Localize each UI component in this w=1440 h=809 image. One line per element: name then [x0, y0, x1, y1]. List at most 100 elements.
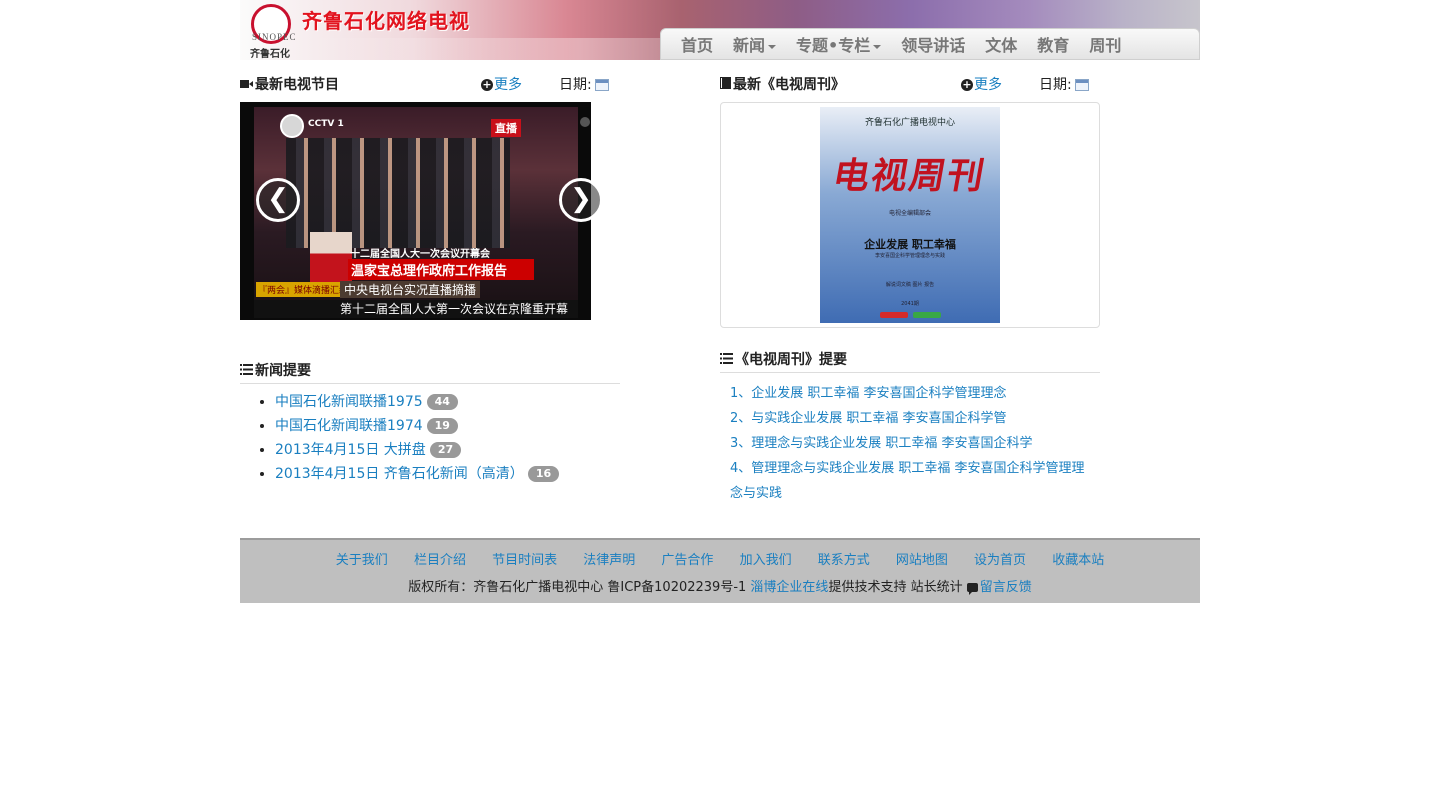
channel-label: CCTV 1: [308, 119, 344, 129]
weekly-date-picker[interactable]: 日期:: [1039, 74, 1089, 94]
footer-link-legal[interactable]: 法律声明: [583, 553, 635, 568]
live-badge: 直播: [491, 119, 521, 137]
video-subtitle-mid: 中央电视台实况直播摘播: [340, 281, 481, 298]
video-subtitle-top: 十二届全国人大一次会议开幕会: [350, 249, 490, 260]
plus-circle-icon: +: [961, 78, 973, 91]
weekly-more-link[interactable]: + 更多: [961, 74, 1002, 94]
nav-label: 首页: [681, 36, 714, 55]
nav-item-home[interactable]: 首页: [681, 32, 713, 56]
weekly-link[interactable]: 1、企业发展 职工幸福 李安喜国企科学管理理念: [730, 386, 1007, 401]
count-badge: 16: [527, 466, 560, 482]
list-item: 中国石化新闻联播197419: [275, 414, 559, 438]
list-item: 中国石化新闻联播197544: [275, 390, 559, 414]
list-item: 2013年4月15日 齐鲁石化新闻（高清）16: [275, 462, 560, 486]
book-icon: [720, 77, 731, 93]
feedback-link[interactable]: 留言反馈: [980, 580, 1032, 595]
news-link[interactable]: 2013年4月15日 齐鲁石化新闻（高清）: [275, 466, 524, 482]
cover-red-mark: [880, 312, 908, 318]
nav-label: 文体: [985, 36, 1018, 55]
weekly-divider: [720, 372, 1100, 373]
footer-link-ads[interactable]: 广告合作: [661, 553, 713, 568]
nav-item-culture-sports[interactable]: 文体: [985, 32, 1017, 56]
tv-section-title-text: 最新电视节目: [255, 77, 339, 93]
date-label: 日期:: [559, 77, 592, 93]
count-badge: 44: [426, 394, 458, 410]
carousel-prev-button[interactable]: ❮: [256, 178, 300, 222]
footer-link-about[interactable]: 关于我们: [336, 553, 388, 568]
more-label: 更多: [974, 77, 1002, 93]
site-title: 齐鲁石化网络电视: [302, 9, 470, 33]
news-link[interactable]: 中国石化新闻联播1974: [275, 418, 423, 434]
cover-theme-sub: 李安喜国企科学管理理念与实践: [874, 253, 945, 259]
footer-link-schedule[interactable]: 节目时间表: [492, 553, 557, 568]
nav-item-education[interactable]: 教育: [1037, 32, 1069, 56]
video-camera-icon: [240, 77, 253, 93]
caret-down-icon: [873, 44, 882, 49]
tech-support-link[interactable]: 淄博企业在线: [750, 580, 828, 595]
date-label: 日期:: [1039, 77, 1072, 93]
weekly-summary-title: 《电视周刊》提要: [720, 349, 847, 369]
list-item: 4、管理理念与实践企业发展 职工幸福 李安喜国企科学管理理念与实践: [730, 456, 1094, 506]
tv-date-picker[interactable]: 日期:: [559, 74, 609, 94]
weekly-summary-title-text: 《电视周刊》提要: [735, 352, 847, 368]
nav-label: 领导讲话: [901, 36, 966, 55]
footer-link-bookmark[interactable]: 收藏本站: [1052, 553, 1104, 568]
nav-item-topics[interactable]: 专题•专栏: [796, 32, 882, 56]
anchor-inset: [310, 232, 352, 288]
nav-label: 专题•专栏: [796, 36, 871, 55]
logo-text-en: SINOPEC: [252, 32, 297, 42]
list-icon: [240, 363, 253, 379]
calendar-icon[interactable]: [594, 79, 609, 91]
weekly-link[interactable]: 2、与实践企业发展 职工幸福 李安喜国企科学管: [730, 411, 1007, 426]
count-badge: 19: [426, 418, 458, 434]
nav-item-weekly[interactable]: 周刊: [1089, 32, 1121, 56]
weekly-link[interactable]: 3、理理念与实践企业发展 职工幸福 李安喜国企科学: [730, 436, 1033, 451]
list-item: 1、企业发展 职工幸福 李安喜国企科学管理理念: [730, 381, 1094, 406]
news-list: 中国石化新闻联播197544 中国石化新闻联播197419 2013年4月15日…: [240, 390, 560, 486]
site-header: SINOPEC 齐鲁石化 齐鲁石化网络电视 首页 新闻 专题•专栏 领导讲话 文…: [240, 0, 1200, 60]
nav-item-news[interactable]: 新闻: [733, 32, 777, 56]
main-nav: 首页 新闻 专题•专栏 领导讲话 文体 教育 周刊: [660, 28, 1200, 60]
plus-circle-icon: +: [481, 78, 493, 91]
weekly-cover-image[interactable]: 齐鲁石化广播电视中心 电视周刊 电视全编辑部会 企业发展 职工幸福 李安喜国企科…: [820, 107, 1000, 323]
tv-more-link[interactable]: + 更多: [481, 74, 522, 94]
video-tag: 『两会』媒体滴播汇编: [256, 282, 351, 297]
logo-text-cn: 齐鲁石化: [250, 49, 290, 60]
news-link[interactable]: 2013年4月15日 大拼盘: [275, 442, 426, 458]
nav-item-leader-speech[interactable]: 领导讲话: [901, 32, 965, 56]
weekly-link[interactable]: 4、管理理念与实践企业发展 职工幸福 李安喜国企科学管理理念与实践: [730, 461, 1085, 501]
news-link[interactable]: 中国石化新闻联播1975: [275, 394, 423, 410]
footer-link-sitemap[interactable]: 网站地图: [896, 553, 948, 568]
list-item: 2013年4月15日 大拼盘27: [275, 438, 559, 462]
cctv-logo-icon: [280, 114, 304, 138]
copyright-text: 版权所有：齐鲁石化广播电视中心 鲁ICP备10202239号-1: [408, 580, 751, 595]
chevron-right-icon: ❯: [570, 184, 592, 214]
footer-link-columns[interactable]: 栏目介绍: [414, 553, 466, 568]
caret-down-icon: [768, 44, 777, 49]
news-section-title-text: 新闻提要: [255, 363, 311, 379]
list-icon: [720, 352, 733, 368]
comment-icon: [966, 583, 978, 595]
site-footer: 关于我们 栏目介绍 节目时间表 法律声明 广告合作 加入我们 联系方式 网站地图…: [240, 538, 1200, 603]
cover-title: 电视周刊: [829, 155, 990, 197]
nav-label: 周刊: [1089, 36, 1122, 55]
tech-support-text: 提供技术支持 站长统计: [828, 580, 963, 595]
news-divider: [240, 383, 620, 384]
chevron-left-icon: ❮: [267, 184, 289, 214]
footer-link-set-home[interactable]: 设为首页: [974, 553, 1026, 568]
footer-link-contact[interactable]: 联系方式: [818, 553, 870, 568]
weekly-section-title: 最新《电视周刊》: [720, 74, 845, 94]
nav-label: 新闻: [733, 36, 766, 55]
carousel-indicator[interactable]: [580, 117, 590, 127]
count-badge: 27: [429, 442, 462, 458]
carousel-next-button[interactable]: ❯: [559, 178, 603, 222]
sinopec-logo[interactable]: SINOPEC 齐鲁石化: [248, 2, 304, 60]
list-item: 3、理理念与实践企业发展 职工幸福 李安喜国企科学: [730, 431, 1094, 456]
nav-label: 教育: [1037, 36, 1070, 55]
footer-copyright: 版权所有：齐鲁石化广播电视中心 鲁ICP备10202239号-1 淄博企业在线提…: [240, 576, 1200, 595]
footer-link-join[interactable]: 加入我们: [740, 553, 792, 568]
calendar-icon[interactable]: [1074, 79, 1089, 91]
weekly-section-title-text: 最新《电视周刊》: [733, 77, 845, 93]
cover-meta: 解说词文稿 图片 报告: [885, 282, 935, 288]
weekly-summary-list: 1、企业发展 职工幸福 李安喜国企科学管理理念 2、与实践企业发展 职工幸福 李…: [730, 381, 1094, 506]
